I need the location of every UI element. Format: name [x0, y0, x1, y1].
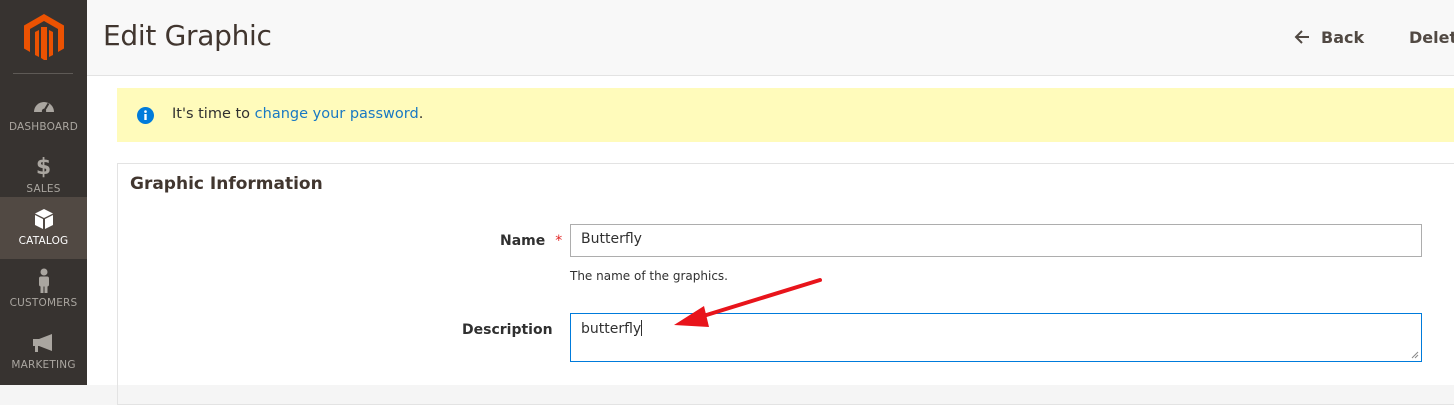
- section-title: Graphic Information: [130, 174, 323, 194]
- page-title: Edit Graphic: [103, 19, 272, 52]
- sidebar-item-label: CATALOG: [18, 235, 69, 247]
- notice-message: It's time to change your password.: [172, 106, 423, 122]
- sidebar-item-label: MARKETING: [11, 359, 76, 371]
- sidebar-item-marketing[interactable]: MARKETING: [0, 321, 87, 383]
- notice-suffix: .: [418, 106, 424, 122]
- sidebar-item-label: DASHBOARD: [8, 121, 79, 133]
- page-content: It's time to change your password. Graph…: [87, 76, 1454, 405]
- delete-button[interactable]: Delete: [1409, 24, 1454, 50]
- required-mark: *: [555, 233, 563, 249]
- dashboard-gauge-icon: [0, 93, 87, 117]
- megaphone-icon: [0, 331, 87, 355]
- name-input[interactable]: Butterfly: [570, 224, 1422, 257]
- change-password-link[interactable]: change your password: [255, 106, 419, 122]
- notice-prefix: It's time to: [172, 106, 255, 122]
- admin-sidebar: DASHBOARD $ SALES CATALOG CUSTOMERS MARK…: [0, 0, 87, 385]
- sidebar-item-label: SALES: [26, 183, 61, 195]
- description-textarea[interactable]: butterfly: [570, 313, 1422, 362]
- name-field-label: Name *: [500, 233, 562, 249]
- sidebar-item-label: CUSTOMERS: [9, 297, 78, 309]
- person-icon: [0, 268, 87, 293]
- password-notice: It's time to change your password.: [117, 88, 1454, 142]
- graphic-information-fieldset: Graphic Information Name * Butterfly The …: [117, 163, 1454, 405]
- info-icon: [137, 107, 154, 124]
- page-header: Edit Graphic Back Delete: [87, 0, 1454, 76]
- sidebar-item-dashboard[interactable]: DASHBOARD: [0, 83, 87, 145]
- resize-grip-icon[interactable]: [1411, 351, 1419, 359]
- back-button-label: Back: [1321, 27, 1365, 47]
- dollar-icon: $: [35, 154, 52, 180]
- text-cursor: [641, 320, 643, 336]
- description-field-label: Description: [462, 322, 553, 338]
- description-value: butterfly: [581, 321, 642, 337]
- name-field-note: The name of the graphics.: [570, 269, 728, 283]
- back-button[interactable]: Back: [1294, 24, 1364, 50]
- logo-divider: [13, 73, 73, 74]
- name-input-value: Butterfly: [581, 231, 642, 247]
- sidebar-item-catalog[interactable]: CATALOG: [0, 197, 87, 259]
- magento-logo[interactable]: [24, 14, 64, 60]
- delete-button-label: Delete: [1409, 27, 1454, 47]
- arrow-left-icon: [1294, 30, 1309, 44]
- cube-icon: [0, 207, 87, 231]
- sidebar-item-customers[interactable]: CUSTOMERS: [0, 259, 87, 321]
- name-label-text: Name: [500, 233, 546, 249]
